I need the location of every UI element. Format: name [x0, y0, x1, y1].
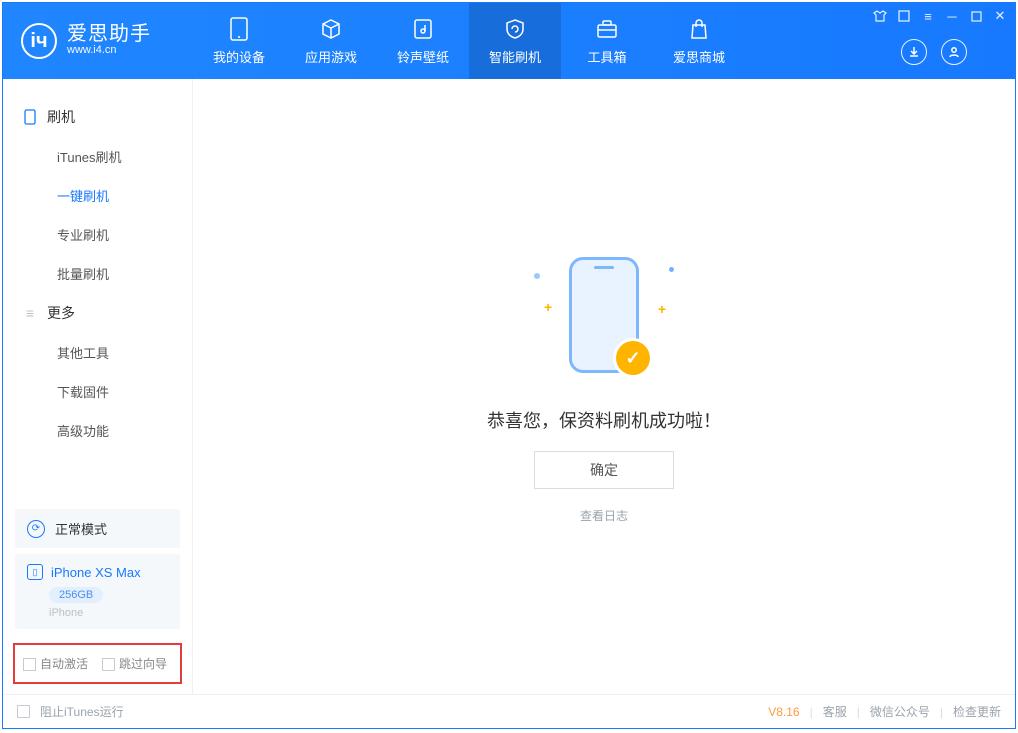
download-button[interactable] [901, 39, 927, 65]
skin-icon[interactable] [895, 7, 913, 25]
device-name: iPhone XS Max [51, 565, 141, 580]
device-type: iPhone [49, 607, 168, 619]
tab-label: 我的设备 [213, 47, 265, 66]
device-icon: ▯ [27, 564, 43, 580]
sidebar-item-other-tools[interactable]: 其他工具 [3, 333, 192, 372]
device-panel[interactable]: ▯ iPhone XS Max 256GB iPhone [15, 554, 180, 629]
checkbox-block-itunes[interactable] [17, 705, 30, 718]
view-log-link[interactable]: 查看日志 [580, 507, 628, 524]
tab-label: 铃声壁纸 [397, 47, 449, 66]
sidebar-item-oneclick-flash[interactable]: 一键刷机 [3, 176, 192, 215]
group-title: 刷机 [47, 107, 75, 127]
footer-link-wechat[interactable]: 微信公众号 [870, 703, 930, 720]
sidebar-item-advanced[interactable]: 高级功能 [3, 411, 192, 450]
account-button[interactable] [941, 39, 967, 65]
music-file-icon [411, 17, 435, 41]
ok-button[interactable]: 确定 [534, 451, 674, 489]
tab-apps-games[interactable]: 应用游戏 [285, 3, 377, 79]
block-itunes-label: 阻止iTunes运行 [40, 703, 124, 720]
refresh-shield-icon [503, 17, 527, 41]
shirt-icon[interactable] [871, 7, 889, 25]
bag-icon [687, 17, 711, 41]
toolbox-icon [595, 17, 619, 41]
success-illustration: ++ ✓ [524, 249, 684, 389]
app-name-cn: 爱思助手 [67, 24, 151, 44]
tab-my-device[interactable]: 我的设备 [193, 3, 285, 79]
success-message: 恭喜您，保资料刷机成功啦！ [487, 407, 721, 433]
tab-label: 爱思商城 [673, 47, 725, 66]
group-title: 更多 [47, 303, 75, 323]
footer-link-support[interactable]: 客服 [823, 703, 847, 720]
sidebar-item-pro-flash[interactable]: 专业刷机 [3, 215, 192, 254]
mode-icon: ⟳ [27, 520, 45, 538]
tab-smart-flash[interactable]: 智能刷机 [469, 3, 561, 79]
minimize-button[interactable]: ─ [943, 7, 961, 25]
menu-icon[interactable]: ≡ [919, 7, 937, 25]
maximize-button[interactable] [967, 7, 985, 25]
tab-ringtones-wallpapers[interactable]: 铃声壁纸 [377, 3, 469, 79]
list-icon: ≡ [23, 306, 37, 320]
main-tabs: 我的设备 应用游戏 铃声壁纸 智能刷机 工具箱 爱思商城 [193, 3, 745, 79]
device-icon [227, 17, 251, 41]
status-bar: 阻止iTunes运行 V8.16 | 客服 | 微信公众号 | 检查更新 [3, 694, 1015, 728]
close-button[interactable]: ✕ [991, 7, 1009, 25]
tab-label: 智能刷机 [489, 47, 541, 66]
sidebar: 刷机 iTunes刷机 一键刷机 专业刷机 批量刷机 ≡ 更多 其他工具 下载固… [3, 79, 193, 694]
app-name-en: www.i4.cn [67, 44, 151, 57]
tab-label: 应用游戏 [305, 47, 357, 66]
sidebar-item-batch-flash[interactable]: 批量刷机 [3, 254, 192, 293]
tab-toolbox[interactable]: 工具箱 [561, 3, 653, 79]
main-content: ++ ✓ 恭喜您，保资料刷机成功啦！ 确定 查看日志 [193, 79, 1015, 694]
cube-icon [319, 17, 343, 41]
checkbox-skip-guide[interactable]: 跳过向导 [102, 655, 167, 672]
tab-store[interactable]: 爱思商城 [653, 3, 745, 79]
device-capacity: 256GB [49, 587, 103, 603]
app-logo: iч 爱思助手 www.i4.cn [3, 23, 193, 59]
app-header: iч 爱思助手 www.i4.cn 我的设备 应用游戏 铃声壁纸 智能刷机 [3, 3, 1015, 79]
sidebar-item-download-firmware[interactable]: 下载固件 [3, 372, 192, 411]
options-highlight-box: 自动激活 跳过向导 [13, 643, 182, 684]
footer-link-update[interactable]: 检查更新 [953, 703, 1001, 720]
sidebar-group-flash: 刷机 [3, 97, 192, 137]
tab-label: 工具箱 [587, 47, 626, 66]
checkbox-auto-activate[interactable]: 自动激活 [23, 655, 88, 672]
version-label: V8.16 [768, 705, 799, 719]
mode-label: 正常模式 [55, 519, 107, 538]
mode-indicator[interactable]: ⟳ 正常模式 [15, 509, 180, 548]
sidebar-item-itunes-flash[interactable]: iTunes刷机 [3, 137, 192, 176]
phone-icon [23, 110, 37, 124]
window-controls: ≡ ─ ✕ [871, 7, 1009, 25]
check-icon: ✓ [616, 341, 650, 375]
logo-icon: iч [21, 23, 57, 59]
sidebar-group-more: ≡ 更多 [3, 293, 192, 333]
header-actions [901, 39, 967, 65]
